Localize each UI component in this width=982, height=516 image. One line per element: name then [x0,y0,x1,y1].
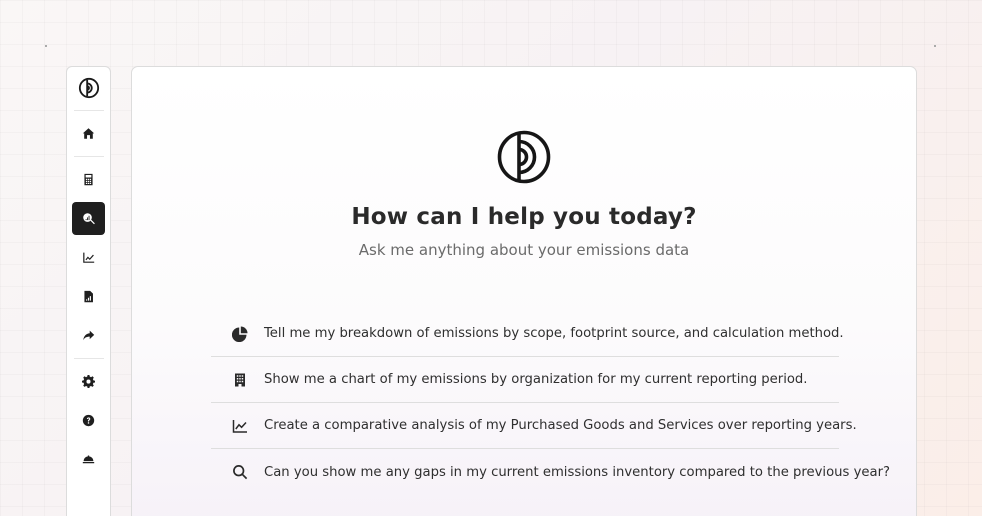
building-icon [232,372,248,388]
suggestion-text: Create a comparative analysis of my Purc… [264,418,857,433]
sidebar-divider [73,156,104,157]
chat-panel: How can I help you today? Ask me anythin… [131,66,917,516]
page-title: How can I help you today? [351,204,697,230]
sidebar-divider [73,110,104,111]
chart-line-icon [83,252,95,263]
app-logo-icon[interactable] [78,77,100,99]
assistant-logo-icon [497,130,551,184]
sidebar-item-settings[interactable] [72,365,105,398]
gear-icon [82,375,95,388]
help-icon [82,414,95,427]
sidebar-item-home[interactable] [72,117,105,150]
suggestion-text: Show me a chart of my emissions by organ… [264,372,808,387]
search-icon [232,464,248,480]
share-arrow-icon [83,330,95,341]
home-icon [82,128,95,139]
sidebar-item-support[interactable] [72,443,105,476]
suggestion-item[interactable]: Create a comparative analysis of my Purc… [211,403,857,449]
suggestion-text: Can you show me any gaps in my current e… [264,464,890,480]
corner-mark [934,45,936,47]
suggestion-item[interactable]: Tell me my breakdown of emissions by sco… [211,311,844,357]
page-subtitle: Ask me anything about your emissions dat… [358,241,690,259]
file-report-icon [84,290,93,303]
line-chart-icon [232,418,248,434]
sidebar-item-reports[interactable] [72,280,105,313]
search-data-icon [83,213,95,225]
sidebar-item-share[interactable] [72,319,105,352]
suggestion-text: Tell me my breakdown of emissions by sco… [264,326,844,341]
sidebar-item-data-search[interactable] [72,202,105,235]
corner-mark [45,45,47,47]
sidebar-item-analytics[interactable] [72,241,105,274]
suggestion-list: Tell me my breakdown of emissions by sco… [211,311,890,495]
service-bell-icon [82,455,95,464]
suggestion-item[interactable]: Can you show me any gaps in my current e… [211,449,890,495]
sidebar [66,66,111,516]
sidebar-divider [73,358,104,359]
sidebar-item-calculator[interactable] [72,163,105,196]
suggestion-item[interactable]: Show me a chart of my emissions by organ… [211,357,839,403]
calculator-icon [84,173,93,186]
sidebar-item-help[interactable] [72,404,105,437]
pie-chart-icon [231,326,248,342]
